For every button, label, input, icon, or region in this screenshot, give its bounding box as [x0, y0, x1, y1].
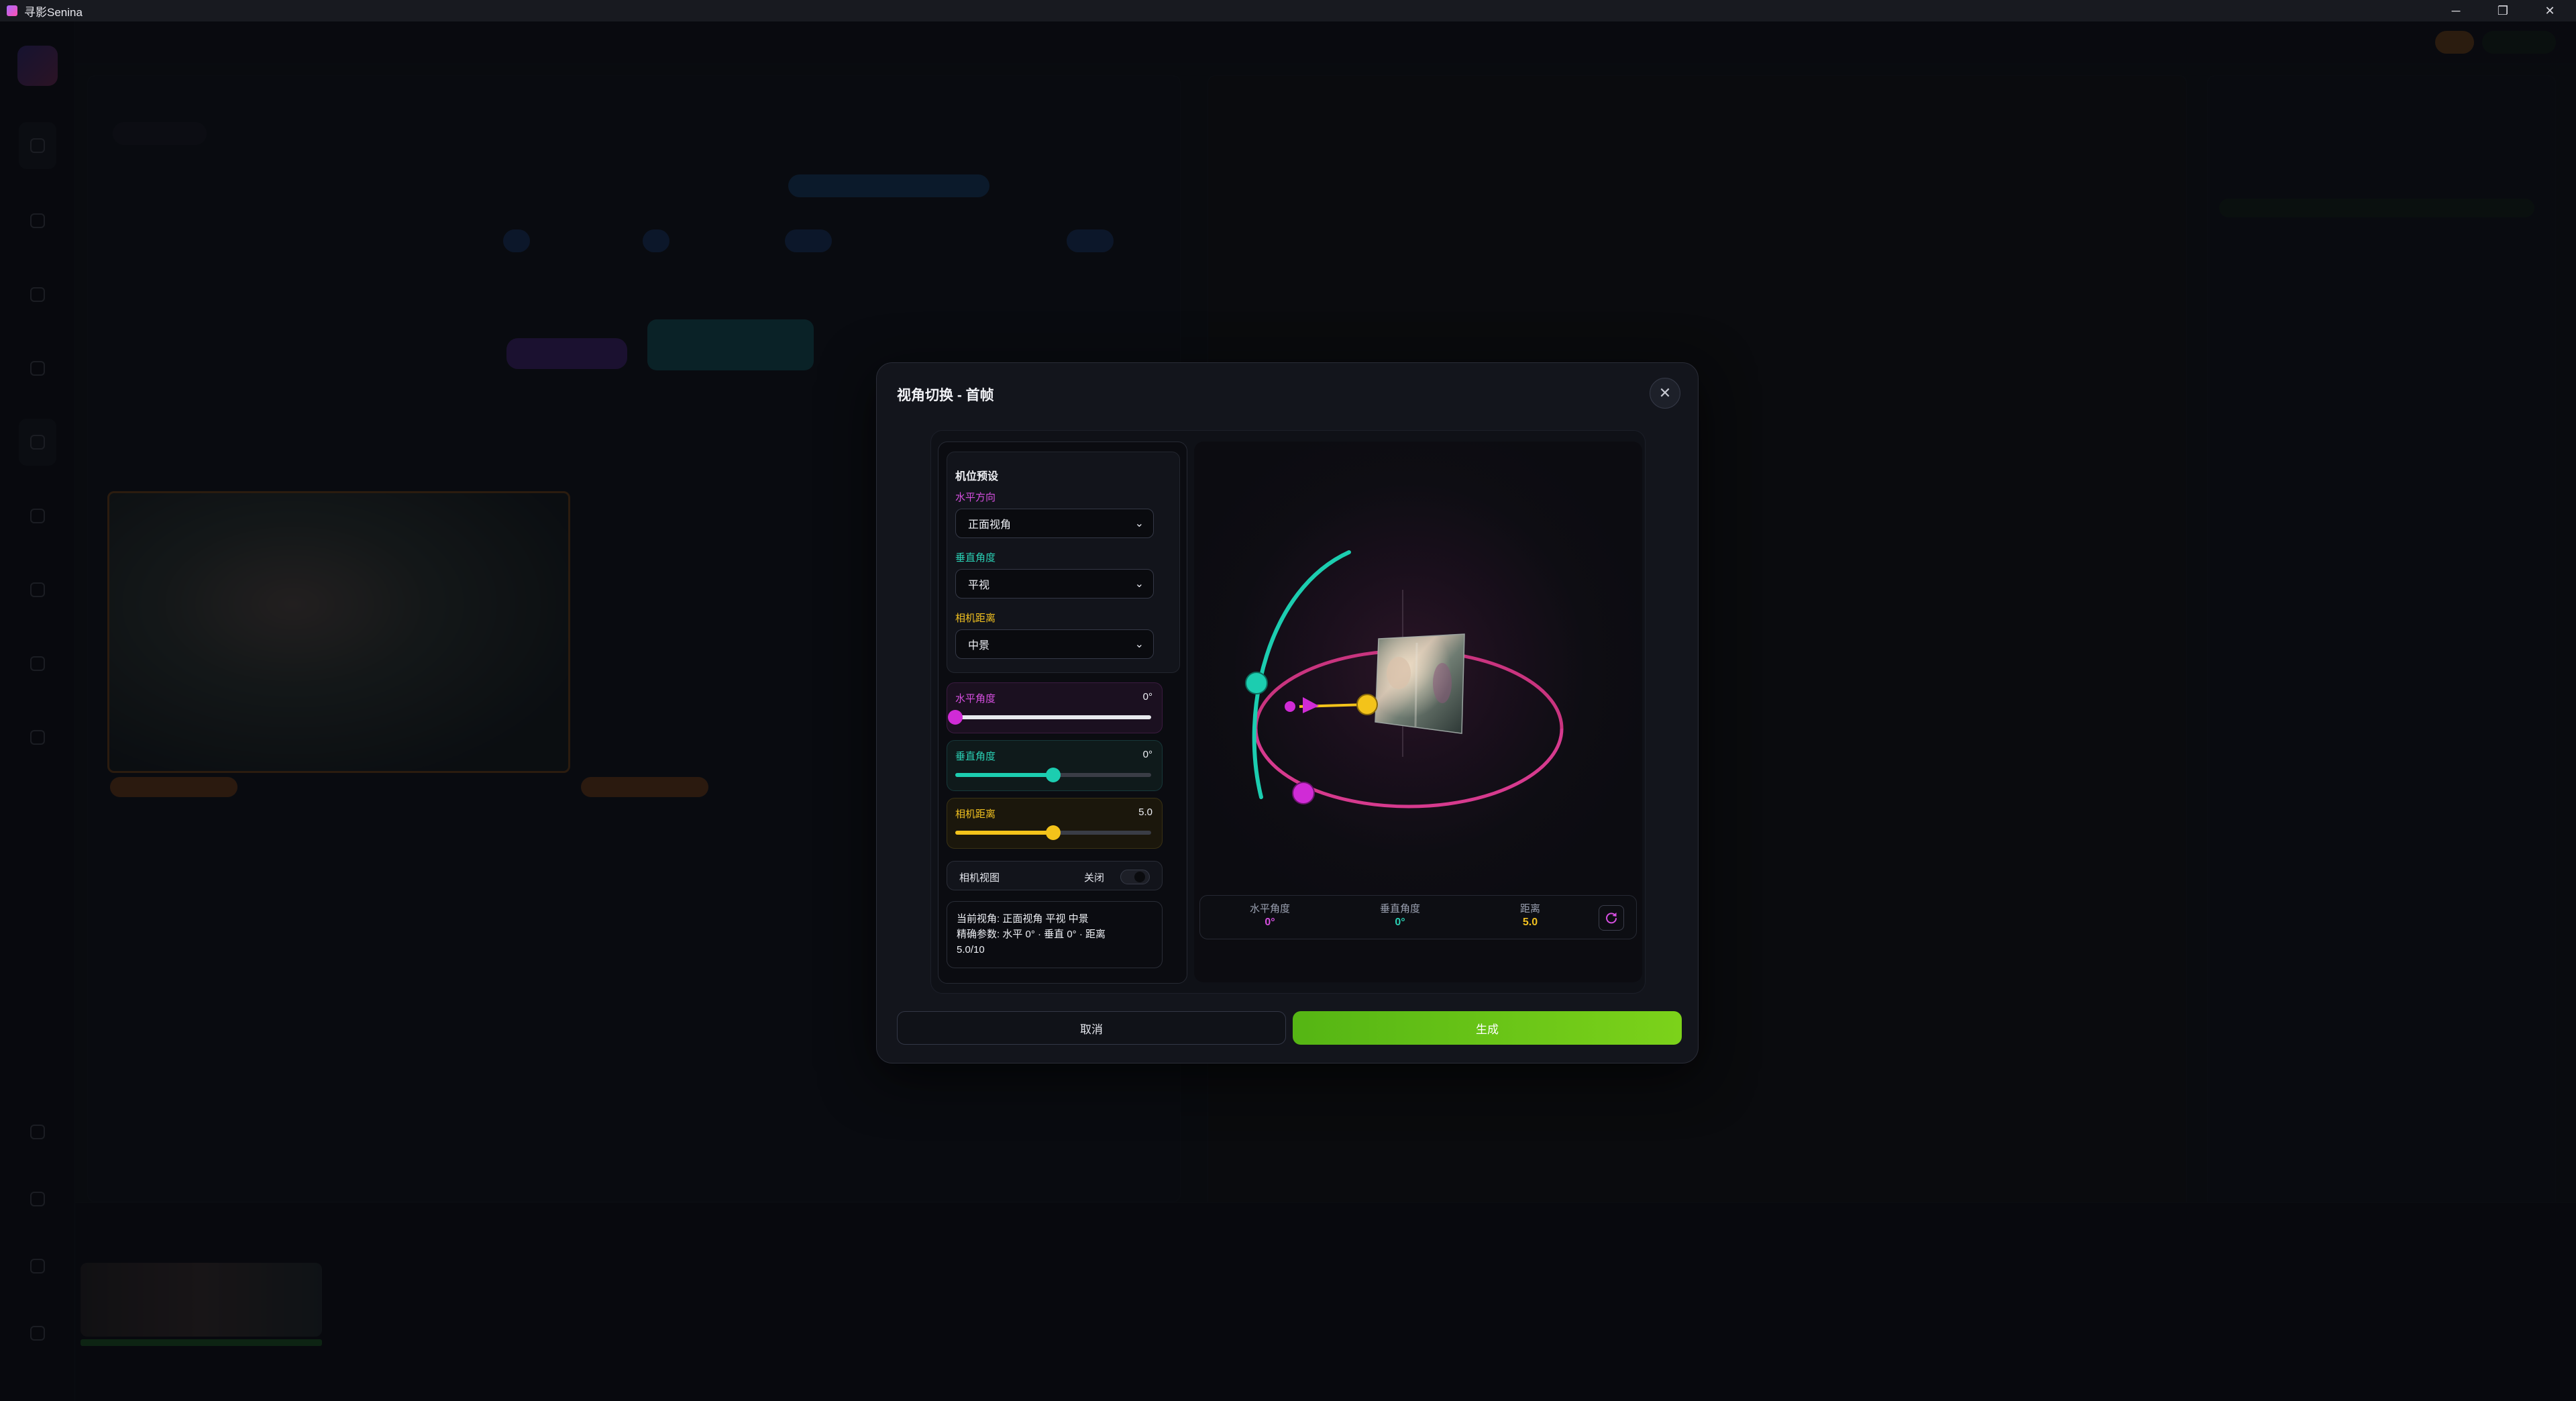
- camera-preset-section: 机位预设 水平方向 正面视角 ⌄ 垂直角度 平视 ⌄ 相机距离 中景 ⌄: [947, 452, 1180, 673]
- camera-distance-slider-value: 5.0: [1138, 807, 1152, 818]
- camera-distance-label: 相机距离: [955, 613, 996, 624]
- camera-view-label: 相机视图: [959, 872, 1000, 884]
- vertical-angle-value: 平视: [968, 580, 990, 591]
- minimize-button[interactable]: ─: [2432, 0, 2479, 21]
- camera-distance-slider-label: 相机距离: [955, 809, 996, 820]
- app-logo-icon: [7, 5, 17, 16]
- dialog-body: 机位预设 水平方向 正面视角 ⌄ 垂直角度 平视 ⌄ 相机距离 中景 ⌄ 水平角…: [930, 430, 1646, 994]
- camera-position-dot: [1285, 701, 1295, 712]
- subject-image-card: [1375, 633, 1465, 734]
- readout-vertical: 垂直角度 0°: [1353, 901, 1447, 929]
- camera-icon: [1303, 697, 1319, 713]
- vertical-angle-slider-box: 垂直角度 0°: [947, 740, 1163, 791]
- perspective-switch-dialog: 视角切换 - 首帧 ✕ 机位预设 水平方向 正面视角 ⌄ 垂直角度 平视 ⌄ 相…: [876, 362, 1699, 1063]
- generate-button[interactable]: 生成: [1293, 1011, 1682, 1045]
- horizontal-angle-handle[interactable]: [1292, 782, 1315, 805]
- horizontal-direction-select[interactable]: 正面视角 ⌄: [955, 509, 1154, 538]
- reset-icon: [1606, 913, 1617, 924]
- chevron-down-icon: ⌄: [1134, 639, 1144, 650]
- readout-vertical-label: 垂直角度: [1379, 903, 1420, 915]
- vertical-angle-label: 垂直角度: [955, 552, 996, 564]
- readout-vertical-value: 0°: [1395, 917, 1405, 928]
- distance-handle[interactable]: [1356, 694, 1378, 715]
- horizontal-angle-slider-track[interactable]: [948, 710, 1151, 725]
- horizontal-angle-slider-label: 水平角度: [955, 693, 996, 705]
- horizontal-angle-slider-box: 水平角度 0°: [947, 682, 1163, 733]
- vertical-angle-slider-value: 0°: [1142, 749, 1152, 760]
- parameter-readout: 水平角度 0° 垂直角度 0° 距离 5.0: [1199, 895, 1637, 939]
- window-titlebar: 寻影Senina ─ ❐ ✕: [0, 0, 2576, 21]
- vertical-angle-slider-knob[interactable]: [1046, 768, 1061, 782]
- window-title: 寻影Senina: [24, 5, 83, 19]
- readout-horizontal-label: 水平角度: [1249, 903, 1290, 915]
- camera-distance-slider-track[interactable]: [955, 825, 1151, 840]
- current-view-info: 当前视角: 正面视角 平视 中景 精确参数: 水平 0° · 垂直 0° · 距…: [947, 901, 1163, 968]
- camera-distance-slider-knob[interactable]: [1046, 825, 1061, 840]
- reset-view-button[interactable]: [1599, 905, 1624, 931]
- vertical-angle-slider-track[interactable]: [955, 768, 1151, 782]
- camera-3d-viewport[interactable]: 水平角度 0° 垂直角度 0° 距离 5.0: [1194, 442, 1642, 982]
- close-icon: ✕: [1658, 384, 1672, 401]
- window-close-button[interactable]: ✕: [2526, 0, 2573, 21]
- precise-params-line-2: 5.0/10: [957, 944, 985, 955]
- cancel-button[interactable]: 取消: [897, 1011, 1286, 1045]
- camera-distance-slider-fill: [955, 831, 1053, 835]
- precise-params-line: 精确参数: 水平 0° · 垂直 0° · 距离: [957, 929, 1106, 940]
- dialog-title: 视角切换 - 首帧: [897, 388, 994, 403]
- readout-horizontal: 水平角度 0°: [1223, 901, 1317, 929]
- readout-distance: 距离 5.0: [1483, 901, 1577, 929]
- camera-distance-value: 中景: [968, 640, 990, 652]
- chevron-down-icon: ⌄: [1134, 518, 1144, 529]
- camera-distance-slider-box: 相机距离 5.0: [947, 798, 1163, 849]
- maximize-button[interactable]: ❐: [2479, 0, 2526, 21]
- readout-distance-value: 5.0: [1522, 917, 1538, 928]
- horizontal-direction-label: 水平方向: [955, 492, 996, 503]
- horizontal-angle-slider-value: 0°: [1142, 691, 1152, 703]
- camera-view-toggle[interactable]: [1120, 870, 1150, 884]
- camera-preset-heading: 机位预设: [955, 471, 999, 482]
- camera-control-panel: 机位预设 水平方向 正面视角 ⌄ 垂直角度 平视 ⌄ 相机距离 中景 ⌄ 水平角…: [938, 442, 1187, 984]
- camera-view-toggle-row: 相机视图 关闭: [947, 861, 1163, 890]
- readout-horizontal-value: 0°: [1265, 917, 1275, 928]
- vertical-angle-slider-fill: [955, 773, 1053, 777]
- close-dialog-button[interactable]: ✕: [1650, 378, 1680, 409]
- horizontal-angle-slider-knob[interactable]: [948, 710, 963, 725]
- horizontal-direction-value: 正面视角: [968, 519, 1012, 531]
- camera-view-state: 关闭: [1084, 872, 1105, 884]
- readout-distance-label: 距离: [1519, 903, 1540, 915]
- chevron-down-icon: ⌄: [1134, 578, 1144, 590]
- vertical-angle-select[interactable]: 平视 ⌄: [955, 569, 1154, 599]
- current-view-line: 当前视角: 正面视角 平视 中景: [957, 913, 1089, 925]
- vertical-angle-slider-label: 垂直角度: [955, 751, 996, 762]
- vertical-angle-handle[interactable]: [1245, 672, 1268, 694]
- camera-distance-select[interactable]: 中景 ⌄: [955, 629, 1154, 659]
